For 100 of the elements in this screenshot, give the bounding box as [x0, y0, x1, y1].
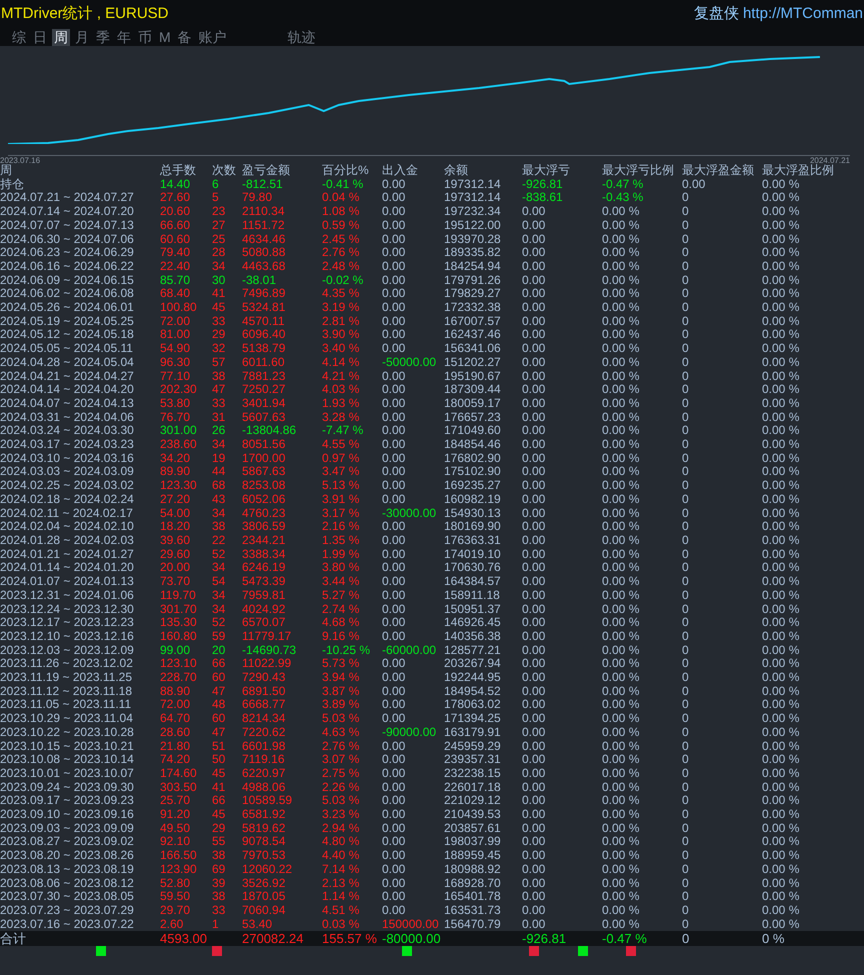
table-cell-text: 0.00 %	[762, 465, 800, 480]
table-cell-text: 0	[682, 876, 690, 890]
table-cell-text: 0.00	[522, 575, 546, 589]
table-cell-text: 0.00 %	[762, 671, 800, 685]
table-cell-text: 0.00 %	[762, 452, 800, 466]
table-cell-text: 50	[212, 753, 226, 767]
table-cell-text: 4.03 %	[322, 383, 360, 397]
table-cell-text: 0	[682, 918, 690, 932]
table-cell-text: 0	[682, 314, 690, 328]
table-cell-text: 34	[212, 561, 226, 576]
table-cell-text: 221029.12	[444, 794, 502, 808]
url-link[interactable]: http://MTComman	[742, 2, 863, 26]
table-cell-text: 20	[212, 644, 226, 658]
period-cell-text: 2024.07.21 ~ 2024.07.27	[0, 191, 135, 206]
column-header: 盈亏金额	[242, 164, 291, 178]
period-tab[interactable]: 月	[73, 28, 91, 46]
table-cell-text: 49.50	[160, 822, 192, 836]
table-cell-text: 0.00 %	[602, 890, 640, 904]
period-tab[interactable]: 季	[94, 28, 112, 46]
table-cell-text: 33	[212, 314, 226, 328]
table-cell-text: 0.00 %	[762, 396, 800, 411]
table-cell-text: 33	[212, 904, 226, 918]
table-cell-text: 0.00 %	[762, 808, 800, 822]
table-cell-text: 195122.00	[444, 218, 502, 233]
period-cell-text: 2024.06.02 ~ 2024.06.08	[0, 287, 135, 302]
table-cell-text: 160982.19	[444, 492, 502, 507]
table-cell-text: 0	[682, 383, 690, 397]
table-cell-text: 0.00 %	[602, 835, 640, 850]
table-cell-text: 189335.82	[444, 246, 502, 260]
table-cell-text: 0	[682, 274, 690, 288]
table-cell-text: 0.00 %	[602, 630, 640, 644]
period-tab[interactable]: M	[157, 28, 173, 46]
table-cell-text: 6052.06	[242, 492, 286, 507]
period-tab[interactable]: 备	[176, 28, 194, 46]
period-tab[interactable]: 日	[31, 28, 49, 46]
column-header: 出入金	[382, 164, 419, 178]
table-cell-text: 0.00 %	[762, 753, 800, 767]
table-cell-text: 89.90	[160, 465, 192, 480]
table-cell-text: 197232.34	[444, 205, 502, 219]
table-cell-text: 0.00	[522, 492, 546, 507]
table-cell-text: 99.00	[160, 644, 192, 658]
table-cell-text: 0.00	[382, 246, 406, 260]
table-cell-text: 0.00 %	[762, 822, 800, 836]
column-header: 次数	[212, 164, 237, 178]
period-cell-text: 2024.02.18 ~ 2024.02.24	[0, 492, 135, 507]
period-cell-text: 2024.05.12 ~ 2024.05.18	[0, 328, 135, 342]
table-cell-text: 0.00	[522, 726, 546, 740]
table-cell-text: 0.00	[382, 287, 406, 302]
period-cell-text: 2024.05.19 ~ 2024.05.25	[0, 314, 135, 328]
period-cell-text: 2023.10.01 ~ 2023.10.07	[0, 766, 135, 781]
table-cell-text: 34	[212, 506, 226, 520]
table-cell-text: 43	[212, 492, 226, 507]
table-cell-text: 54.00	[160, 506, 192, 520]
period-tab[interactable]: 账户	[196, 28, 229, 46]
table-cell-text: 47	[212, 726, 226, 740]
table-cell-text: 166.50	[160, 849, 198, 863]
period-cell-text: 2023.07.16 ~ 2023.07.22	[0, 918, 135, 932]
table-cell-text: 2110.34	[242, 205, 286, 219]
period-cell-text: 持仓	[0, 178, 25, 192]
table-cell-text: 66	[212, 657, 226, 672]
table-cell-text: 7970.53	[242, 849, 286, 863]
table-cell-text: 26	[212, 424, 226, 438]
table-cell-text: 54.90	[160, 342, 192, 356]
table-cell-text: 0.00	[382, 314, 406, 328]
period-tab[interactable]: 周	[52, 28, 70, 46]
table-cell-text: 0.00 %	[602, 232, 640, 246]
table-cell-text: 180988.92	[444, 862, 502, 877]
table-cell-text: 4760.23	[242, 506, 286, 520]
table-cell-text: 174019.10	[444, 548, 502, 562]
table-cell-text: 0	[682, 616, 690, 630]
table-cell-text: 0.00 %	[762, 616, 800, 630]
table-cell-text: 3.44 %	[322, 575, 360, 589]
table-cell-text: 0	[682, 794, 690, 808]
table-cell-text: 179791.26	[444, 274, 502, 288]
table-cell-text: 180059.17	[444, 396, 502, 411]
table-cell-text: -13804.86	[242, 424, 298, 438]
table-cell-text: 0	[682, 191, 690, 206]
table-cell-text: 176657.23	[444, 410, 502, 424]
table-cell-text: 0.00	[382, 862, 406, 877]
table-cell-text: 0.00	[382, 808, 406, 822]
table-cell-text: 30	[212, 274, 226, 288]
table-cell-text: 0.00 %	[602, 561, 640, 576]
table-cell-text: 0.00	[522, 287, 546, 302]
period-cell-text: 2024.07.14 ~ 2024.07.20	[0, 205, 135, 219]
table-cell-text: 66.60	[160, 218, 192, 233]
period-tab[interactable]: 综	[10, 28, 28, 46]
period-tab[interactable]: 轨迹	[286, 28, 318, 46]
period-tab[interactable]: 币	[136, 28, 154, 46]
table-cell-text: 228.70	[160, 671, 198, 685]
table-cell-text: 4463.68	[242, 260, 286, 274]
table-cell-text: -0.47 %	[602, 931, 648, 946]
table-cell-text: 0	[682, 410, 690, 424]
table-cell-text: 9078.54	[242, 835, 286, 850]
period-tab[interactable]: 年	[115, 28, 133, 46]
table-cell-text: 0.00 %	[762, 492, 800, 507]
table-cell-text: 0.00 %	[762, 575, 800, 589]
table-cell-text: 0	[682, 506, 690, 520]
table-cell-text: 3.94 %	[322, 671, 360, 685]
table-cell-text: 0	[682, 492, 690, 507]
table-cell-text: 0	[682, 630, 690, 644]
